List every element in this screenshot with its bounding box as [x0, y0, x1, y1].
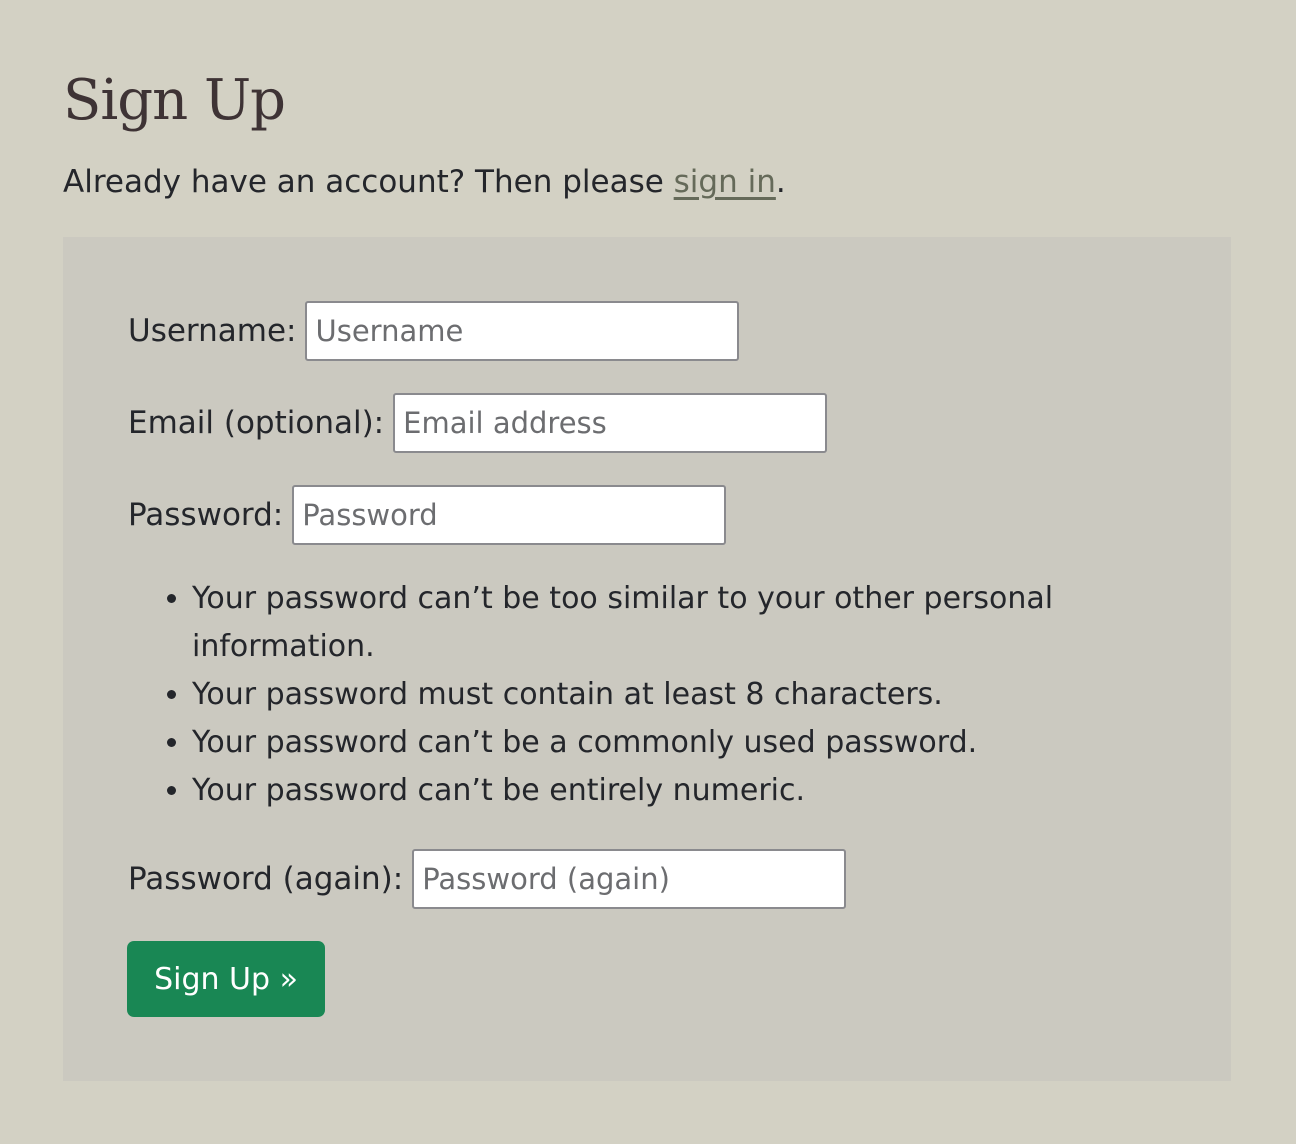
password-again-row: Password (again): [128, 849, 847, 909]
username-input[interactable] [305, 301, 740, 361]
password-again-input[interactable] [412, 849, 847, 909]
signin-prompt: Already have an account? Then please sig… [63, 160, 786, 204]
password-help-item: Your password must contain at least 8 ch… [192, 671, 1172, 719]
username-label: Username: [128, 313, 297, 349]
signin-prompt-text: Already have an account? Then please [63, 164, 674, 200]
page-title: Sign Up [63, 68, 286, 133]
signin-link[interactable]: sign in [674, 164, 776, 200]
password-help-list: Your password can’t be too similar to yo… [128, 575, 1172, 815]
email-label: Email (optional): [128, 405, 385, 441]
email-input[interactable] [393, 393, 828, 453]
email-row: Email (optional): [128, 393, 828, 453]
password-label: Password: [128, 497, 284, 533]
password-input[interactable] [292, 485, 727, 545]
signin-prompt-suffix: . [775, 164, 786, 200]
password-help-item: Your password can’t be entirely numeric. [192, 767, 1172, 815]
password-help-item: Your password can’t be too similar to yo… [192, 575, 1172, 671]
username-row: Username: [128, 301, 740, 361]
password-again-label: Password (again): [128, 861, 404, 897]
signup-form: Username: Email (optional): Password: Yo… [63, 237, 1231, 1081]
signup-button[interactable]: Sign Up » [127, 941, 325, 1017]
password-row: Password: [128, 485, 727, 545]
password-help-item: Your password can’t be a commonly used p… [192, 719, 1172, 767]
